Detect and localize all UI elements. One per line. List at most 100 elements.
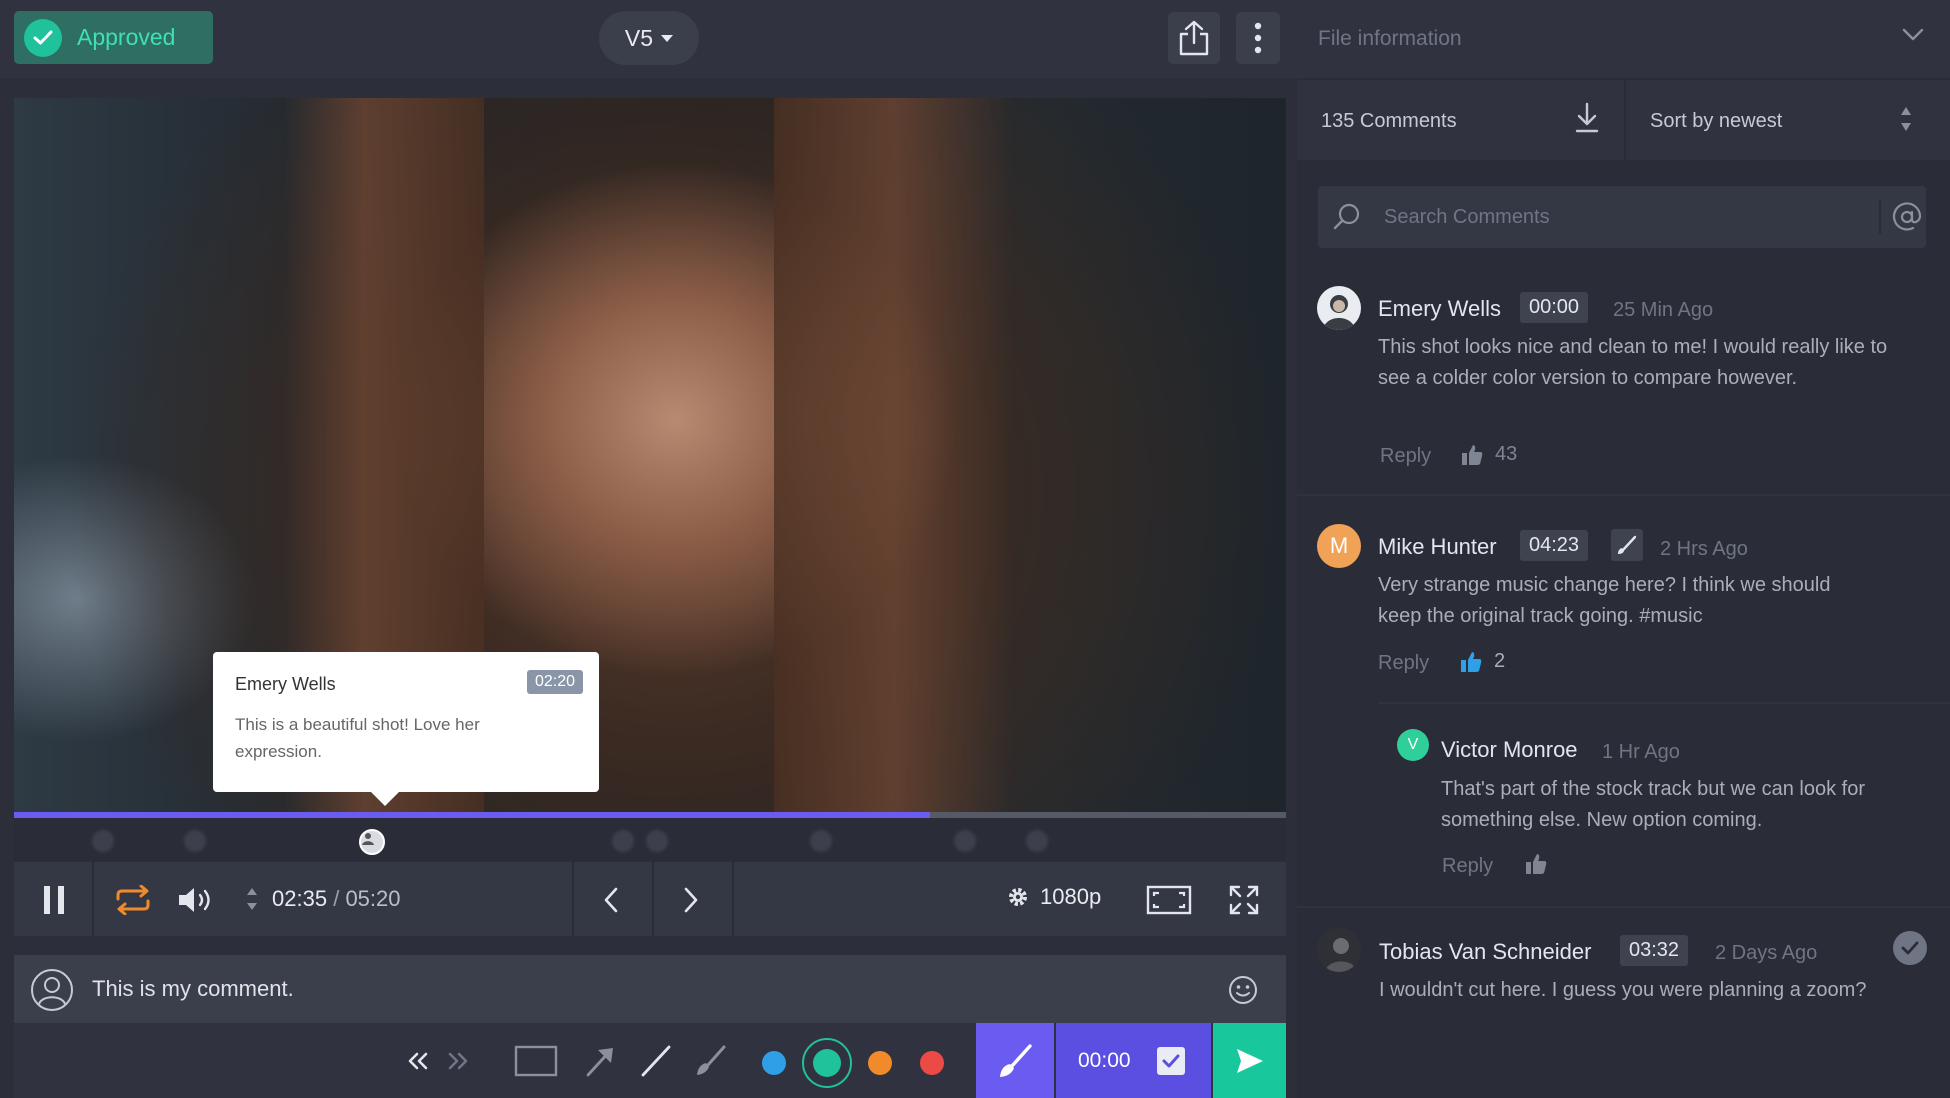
comment-marker[interactable] [612, 830, 634, 852]
comment-timestamp[interactable]: 04:23 [1520, 530, 1589, 561]
more-options-button[interactable] [1236, 12, 1280, 64]
annotation-badge[interactable] [1611, 529, 1643, 561]
gear-icon [1009, 888, 1027, 906]
comment-text: That's part of the stock track but we ca… [1441, 778, 1866, 831]
comment-composer [14, 955, 1286, 1023]
rectangle-icon [514, 1045, 558, 1077]
draw-mode-button[interactable] [976, 1023, 1054, 1098]
comment-input[interactable] [92, 973, 1192, 1005]
send-comment-button[interactable] [1213, 1023, 1286, 1098]
fullscreen-icon [1229, 885, 1259, 915]
version-dropdown[interactable]: V5 [599, 11, 699, 65]
timecode: 02:35 / 05:20 [272, 886, 401, 912]
comment-age: 2 Days Ago [1715, 942, 1818, 964]
tooltip-timestamp: 02:20 [526, 670, 583, 694]
mention-icon[interactable] [1892, 202, 1922, 232]
brush-tool[interactable] [690, 1041, 730, 1081]
check-icon [1901, 941, 1919, 955]
arrow-icon [586, 1048, 613, 1077]
video-frame-shade-right [774, 98, 1014, 813]
volume-button[interactable] [174, 880, 220, 920]
color-swatch-green[interactable] [813, 1049, 841, 1077]
brush-icon [697, 1045, 726, 1075]
color-swatch-blue[interactable] [762, 1051, 786, 1075]
file-information-header[interactable]: File information [1297, 0, 1950, 78]
previous-frame-button[interactable] [586, 880, 636, 920]
like-button[interactable] [1525, 853, 1547, 875]
user-photo-icon [1323, 295, 1355, 330]
comment-author[interactable]: Tobias Van Schneider [1379, 939, 1591, 965]
file-information-title: File information [1318, 27, 1462, 50]
comment-marker-row [14, 818, 1286, 862]
comment-author[interactable]: Victor Monroe [1441, 737, 1578, 763]
timestamp-toggle[interactable]: 00:00 [1056, 1023, 1211, 1098]
pause-button[interactable] [34, 880, 74, 920]
comments-panel: File information 135 Comments Sort by ne… [1297, 0, 1950, 1098]
chevron-right-icon [684, 887, 698, 913]
comment-marker[interactable] [92, 830, 114, 852]
sort-dropdown[interactable]: Sort by newest [1650, 110, 1782, 133]
line-tool[interactable] [636, 1041, 676, 1081]
next-frame-button[interactable] [666, 880, 716, 920]
comment-marker[interactable] [646, 830, 668, 852]
loop-button[interactable] [110, 880, 156, 920]
resolve-button[interactable] [1893, 931, 1927, 965]
user-avatar-icon [30, 968, 74, 1012]
theater-mode-icon [1146, 885, 1192, 915]
color-swatch-red[interactable] [920, 1051, 944, 1075]
comment-text: Very strange music change here? I think … [1378, 574, 1831, 627]
download-comments-button[interactable] [1575, 102, 1599, 134]
current-time: 02:35 [272, 886, 328, 911]
tooltip-pointer [371, 792, 399, 806]
like-button[interactable]: 43 [1461, 443, 1517, 466]
search-input[interactable] [1384, 201, 1824, 233]
comment-timestamp[interactable]: 00:00 [1520, 292, 1589, 323]
thumbs-up-icon [1462, 444, 1483, 465]
like-count: 2 [1494, 650, 1506, 672]
approval-status-button[interactable]: Approved [14, 11, 213, 64]
theater-mode-button[interactable] [1144, 880, 1194, 920]
avatar-initial: M [1329, 533, 1349, 558]
control-divider [92, 862, 94, 936]
comment-marker[interactable] [184, 830, 206, 852]
comment-marker[interactable] [1026, 830, 1048, 852]
comment-author[interactable]: Emery Wells [1378, 296, 1501, 322]
like-button[interactable]: 2 [1460, 650, 1505, 673]
comment-divider [1378, 702, 1950, 704]
download-icon [1575, 102, 1599, 133]
undo-button[interactable] [398, 1041, 438, 1081]
comment-marker[interactable] [810, 830, 832, 852]
rectangle-tool[interactable] [512, 1041, 560, 1081]
timecode-stepper[interactable] [244, 882, 260, 916]
time-separator: / [333, 886, 340, 911]
approval-status-label: Approved [77, 24, 176, 50]
quality-label: 1080p [1040, 884, 1102, 909]
comment-tooltip: Emery Wells 02:20 This is a beautiful sh… [213, 652, 599, 806]
comment-search [1318, 186, 1926, 248]
reply-button[interactable]: Reply [1442, 855, 1493, 878]
timestamp-checkbox[interactable] [1156, 1046, 1185, 1075]
like-count: 43 [1495, 443, 1518, 465]
comment-marker-active[interactable] [359, 829, 385, 855]
user-photo-icon [1317, 928, 1361, 972]
video-frame[interactable] [14, 98, 1286, 813]
comment-timestamp[interactable]: 03:32 [1620, 935, 1689, 966]
share-button[interactable] [1168, 12, 1220, 64]
emoji-button[interactable] [1228, 975, 1258, 1005]
arrow-tool[interactable] [580, 1041, 620, 1081]
search-divider [1879, 200, 1881, 234]
comment-age: 25 Min Ago [1613, 299, 1714, 321]
fullscreen-button[interactable] [1224, 880, 1264, 920]
comment-marker[interactable] [954, 830, 976, 852]
comment-author[interactable]: Mike Hunter [1378, 534, 1497, 560]
version-label: V5 [624, 24, 654, 51]
double-chevron-left-icon [408, 1052, 428, 1070]
quality-selector[interactable]: 1080p [1006, 884, 1101, 910]
color-swatch-orange[interactable] [868, 1051, 892, 1075]
redo-button[interactable] [438, 1041, 478, 1081]
comment-divider [1297, 906, 1950, 908]
reply-button[interactable]: Reply [1380, 445, 1431, 468]
reply-button[interactable]: Reply [1378, 652, 1429, 675]
avatar [1317, 286, 1361, 330]
avatar: M [1317, 524, 1361, 568]
